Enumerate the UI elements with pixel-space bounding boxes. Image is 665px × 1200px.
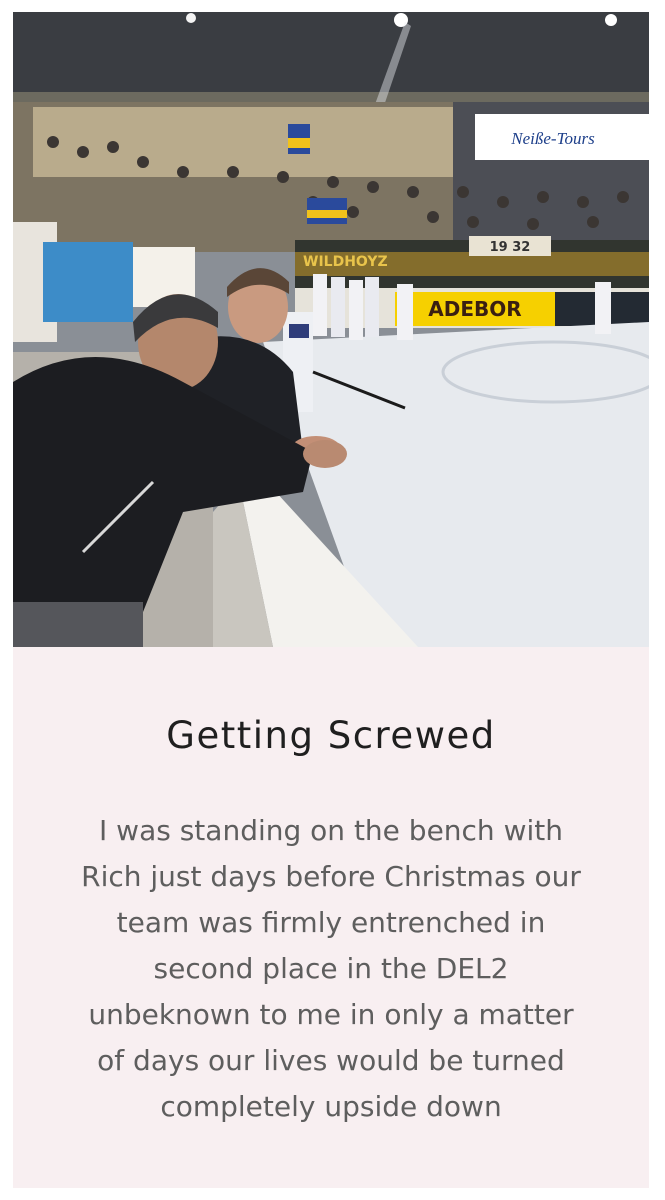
post-title: Getting Screwed [166, 714, 496, 757]
post-body: I was standing on the bench with Rich ju… [81, 814, 581, 1123]
board-ad-text: ADEBOR [428, 297, 521, 321]
post-card: Neiße-Tours WILDHOYZ 19 32 ADEBOR Gettin… [13, 12, 649, 1188]
tour-sign-text: Neiße-Tours [510, 129, 595, 148]
post-photo[interactable]: Neiße-Tours WILDHOYZ 19 32 ADEBOR [13, 12, 649, 647]
arena-roof [13, 12, 649, 102]
fan-year-text: 19 32 [490, 240, 531, 255]
fan-banner-text: WILDHOYZ [303, 254, 388, 270]
